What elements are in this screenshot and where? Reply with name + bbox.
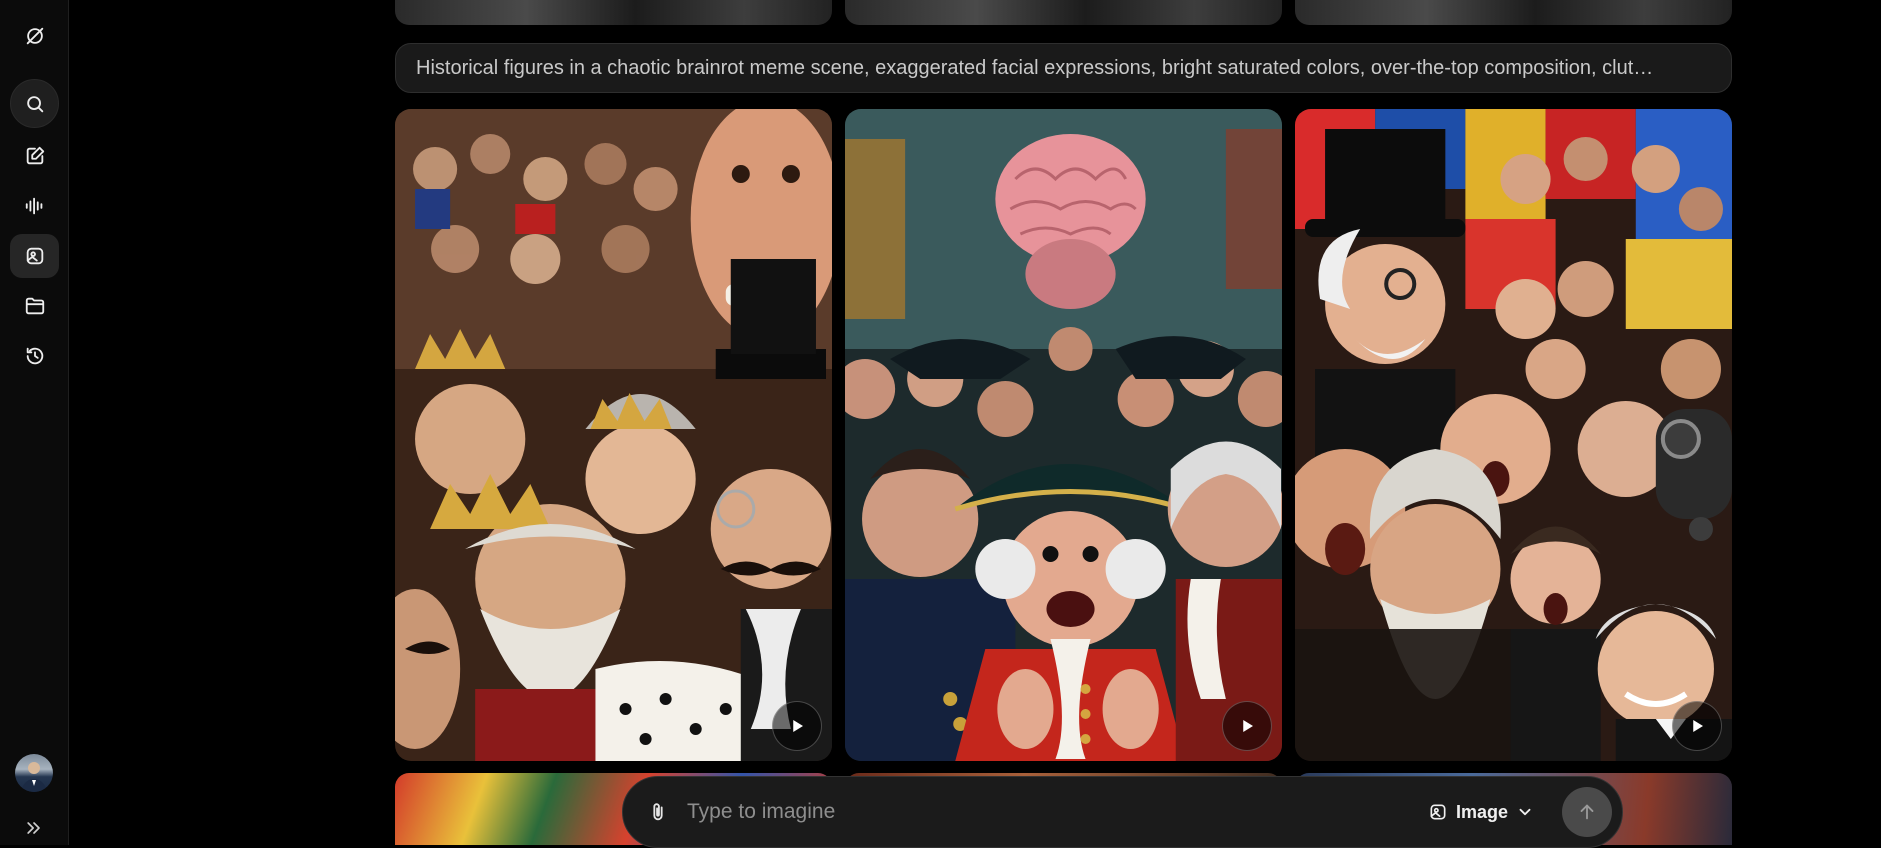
new-chat-button[interactable] xyxy=(10,134,59,178)
imagine-input[interactable] xyxy=(685,792,1418,832)
mode-selector[interactable]: Image xyxy=(1418,792,1544,832)
generated-images-grid xyxy=(395,109,1732,761)
history-icon xyxy=(26,347,43,365)
double-chevron-right-icon xyxy=(27,822,40,834)
imagine-composer: Image xyxy=(622,776,1623,848)
mode-label: Image xyxy=(1455,801,1508,822)
history-button[interactable] xyxy=(10,334,59,378)
edit-icon xyxy=(26,146,44,165)
image-icon xyxy=(1430,804,1446,820)
generated-image xyxy=(395,109,832,761)
prompt-text[interactable]: Historical figures in a chaotic brainrot… xyxy=(395,43,1732,93)
attach-button[interactable] xyxy=(643,797,673,827)
play-video-button[interactable] xyxy=(772,701,822,751)
previous-image-tile[interactable] xyxy=(395,0,832,25)
generated-image-card[interactable] xyxy=(395,109,832,761)
voice-waveform-icon xyxy=(25,197,42,215)
previous-results-strip xyxy=(395,0,1732,25)
prompt-label: Historical figures in a chaotic brainrot… xyxy=(416,56,1654,79)
imagine-button[interactable] xyxy=(10,234,59,278)
sidebar xyxy=(0,0,69,845)
search-icon xyxy=(26,95,43,112)
previous-image-tile[interactable] xyxy=(1295,0,1732,25)
play-icon xyxy=(1243,720,1253,732)
generated-image-card[interactable] xyxy=(1295,109,1732,761)
submit-button[interactable] xyxy=(1562,787,1612,837)
generated-image xyxy=(845,109,1282,761)
play-video-button[interactable] xyxy=(1222,701,1272,751)
grok-logo-icon[interactable] xyxy=(10,14,59,58)
imagine-icon xyxy=(26,247,43,265)
expand-sidebar-button[interactable] xyxy=(20,816,48,840)
play-video-button[interactable] xyxy=(1672,701,1722,751)
user-avatar[interactable] xyxy=(15,754,53,792)
previous-image-tile[interactable] xyxy=(845,0,1282,25)
imagine-feed: Historical figures in a chaotic brainrot… xyxy=(69,0,1881,848)
generated-image-card[interactable] xyxy=(845,109,1282,761)
voice-button[interactable] xyxy=(10,184,59,228)
play-icon xyxy=(1693,720,1703,732)
generated-image xyxy=(1295,109,1732,761)
search-button[interactable] xyxy=(10,79,59,128)
play-icon xyxy=(793,720,803,732)
paperclip-icon xyxy=(653,803,663,821)
chevron-down-icon xyxy=(1519,808,1531,816)
projects-button[interactable] xyxy=(10,284,59,328)
folder-icon xyxy=(25,297,44,315)
arrow-up-icon xyxy=(1580,804,1594,820)
